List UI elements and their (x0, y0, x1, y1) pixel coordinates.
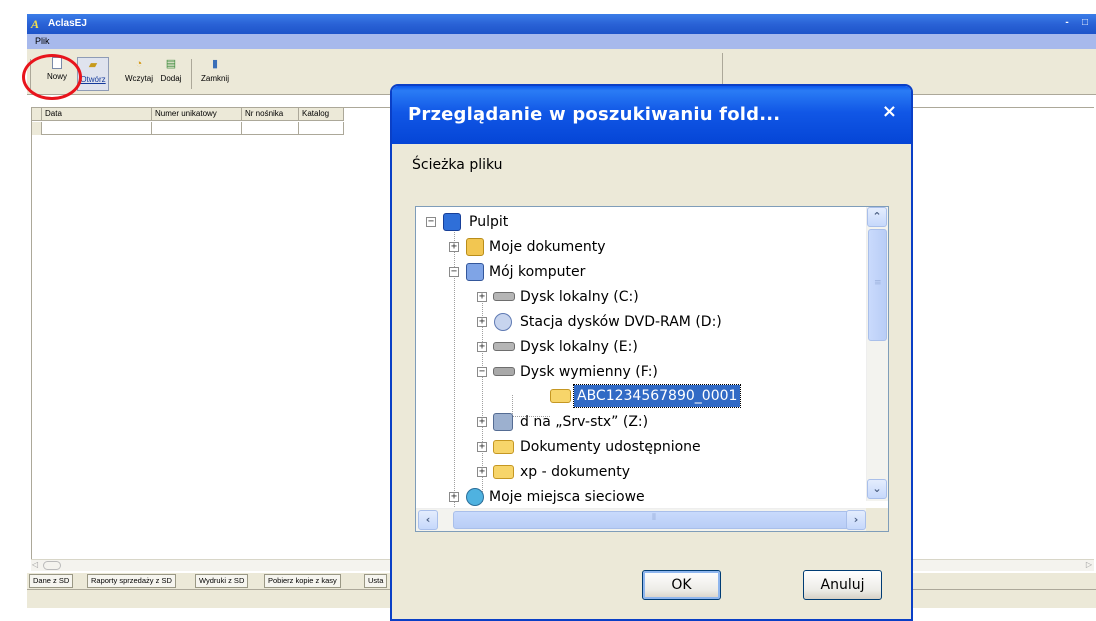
tree-vertical-scrollbar[interactable]: ⌃ ≡ ⌄ (866, 207, 888, 501)
folder-tree[interactable]: − Pulpit + Moje dokumenty − Mój komputer… (415, 206, 889, 532)
screen: A AclasEJ - □ Plik Nowy ▰ Otwórz ◔ Wczyt… (0, 0, 1096, 621)
expand-icon[interactable]: + (449, 492, 459, 502)
dialog-prompt: Ścieżka pliku (412, 157, 503, 173)
tree-node-label: Stacja dysków DVD-RAM (D:) (520, 314, 722, 330)
highlight-circle (22, 54, 82, 100)
my-computer-icon (466, 263, 484, 281)
expand-icon[interactable]: + (477, 342, 487, 352)
folder-icon (493, 440, 514, 454)
close-button[interactable]: ▮ Zamknij (198, 57, 232, 91)
dialog-title: Przeglądanie w poszukiwaniu fold... (408, 104, 781, 125)
network-places-icon (466, 488, 484, 506)
menu-plik[interactable]: Plik (35, 36, 50, 46)
table-cell[interactable] (299, 122, 344, 135)
column-header-numer-unikatowy[interactable]: Numer unikatowy (152, 108, 242, 121)
tab-pobierz-kopie[interactable]: Pobierz kopie z kasy (264, 574, 341, 588)
scrollbar-corner (866, 508, 888, 531)
add-icon: ▤ (165, 58, 177, 70)
row-indicator (32, 122, 42, 135)
grip-icon: ⦀ (652, 513, 656, 523)
toolbar-separator (191, 59, 192, 89)
column-header-nr-nosnika[interactable]: Nr nośnika (242, 108, 299, 121)
my-documents-icon (466, 238, 484, 256)
tab-wydruki-z-sd[interactable]: Wydruki z SD (195, 574, 249, 588)
grid-header: Data Numer unikatowy Nr nośnika Katalog (32, 108, 344, 121)
scroll-up-icon[interactable]: ⌃ (867, 207, 887, 227)
table-cell[interactable] (242, 122, 299, 135)
grip-icon: ≡ (874, 278, 882, 288)
ok-button[interactable]: OK (642, 570, 721, 600)
row-indicator-header (32, 108, 42, 121)
minimize-button[interactable]: - (1060, 17, 1074, 30)
maximize-button[interactable]: □ (1078, 17, 1092, 30)
scroll-left-icon[interactable]: ‹ (418, 510, 438, 530)
add-button[interactable]: ▤ Dodaj (158, 57, 184, 91)
tree-node-label: Dysk wymienny (F:) (520, 364, 658, 380)
scroll-right-icon[interactable]: › (846, 510, 866, 530)
app-titlebar[interactable]: A AclasEJ - □ (27, 14, 1096, 34)
load-button-label: Wczytaj (125, 74, 153, 83)
tree-node-label: xp - dokumenty (520, 464, 631, 480)
scroll-down-icon[interactable]: ⌄ (867, 479, 887, 499)
table-cell[interactable] (152, 122, 242, 135)
hard-drive-icon (493, 292, 515, 301)
table-cell[interactable] (42, 122, 152, 135)
dvd-drive-icon (494, 313, 512, 331)
network-drive-icon (493, 413, 513, 431)
tree-node-label: d na „Srv-stx” (Z:) (520, 414, 649, 430)
load-button[interactable]: ◔ Wczytaj (124, 57, 154, 91)
collapse-icon[interactable]: − (426, 217, 436, 227)
tree-line (512, 395, 513, 416)
add-button-label: Dodaj (160, 74, 182, 83)
collapse-icon[interactable]: − (449, 267, 459, 277)
expand-icon[interactable]: + (477, 292, 487, 302)
horizontal-scroll-thumb[interactable] (453, 511, 864, 529)
open-folder-icon (550, 389, 571, 403)
app-title: AclasEJ (48, 18, 87, 29)
open-folder-icon: ▰ (88, 59, 98, 71)
browse-folder-dialog: Przeglądanie w poszukiwaniu fold... × Śc… (390, 84, 913, 621)
load-icon: ◔ (135, 58, 143, 70)
desktop-icon (443, 213, 461, 231)
hard-drive-icon (493, 342, 515, 351)
tree-horizontal-scrollbar[interactable]: ‹ ⦀ › (416, 508, 868, 531)
menu-bar: Plik (27, 34, 1096, 49)
tree-node-label: Pulpit (469, 214, 509, 230)
open-button-label: Otwórz (80, 75, 106, 84)
app-logo-icon: A (31, 17, 40, 31)
tab-raporty-sprzedazy[interactable]: Raporty sprzedaży z SD (87, 574, 176, 588)
scroll-right-icon[interactable]: ▷ (1086, 560, 1092, 569)
tree-node-label: Moje dokumenty (489, 239, 606, 255)
tab-ustawienia[interactable]: Usta (364, 574, 388, 588)
tree-node-label: Moje miejsca sieciowe (489, 489, 645, 505)
expand-icon[interactable]: + (477, 442, 487, 452)
expand-icon[interactable]: + (477, 417, 487, 427)
dialog-titlebar[interactable]: Przeglądanie w poszukiwaniu fold... × (392, 86, 911, 144)
scroll-thumb[interactable] (43, 561, 61, 570)
tree-node-label: Dokumenty udostępnione (520, 439, 701, 455)
tree-node-label: Dysk lokalny (C:) (520, 289, 639, 305)
tab-dane-z-sd[interactable]: Dane z SD (29, 574, 74, 588)
scroll-left-icon[interactable]: ◁ (32, 560, 38, 569)
tree-node-label: Mój komputer (489, 264, 586, 280)
column-header-data[interactable]: Data (42, 108, 152, 121)
expand-icon[interactable]: + (477, 317, 487, 327)
close-button-label: Zamknij (200, 74, 229, 83)
table-row[interactable] (32, 122, 344, 135)
expand-icon[interactable]: + (449, 242, 459, 252)
tree-node-label: ABC1234567890_0001 (572, 384, 742, 408)
dialog-close-button[interactable]: × (882, 101, 897, 122)
tree-node-label: Dysk lokalny (E:) (520, 339, 638, 355)
folder-icon (493, 465, 514, 479)
collapse-icon[interactable]: − (477, 367, 487, 377)
column-header-katalog[interactable]: Katalog (299, 108, 344, 121)
expand-icon[interactable]: + (477, 467, 487, 477)
close-door-icon: ▮ (211, 58, 219, 70)
cancel-button[interactable]: Anuluj (803, 570, 882, 600)
removable-drive-icon (493, 367, 515, 376)
